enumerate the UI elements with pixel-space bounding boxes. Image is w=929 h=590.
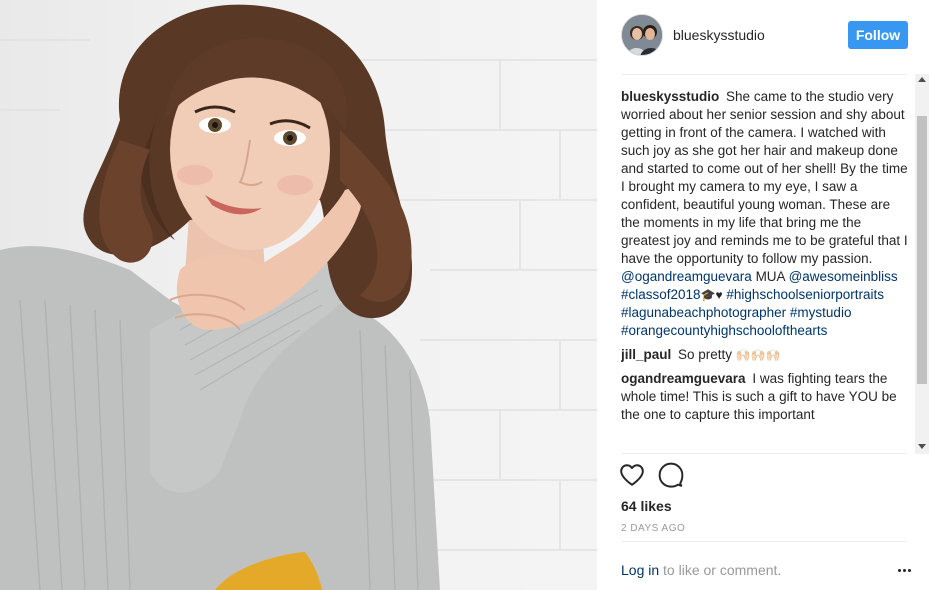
- mention-link[interactable]: @ogandreamguevara: [621, 269, 752, 284]
- scroll-thumb[interactable]: [917, 116, 927, 384]
- caption: blueskysstudio She came to the studio ve…: [621, 88, 909, 340]
- like-button[interactable]: [619, 462, 647, 490]
- login-link[interactable]: Log in: [621, 562, 659, 578]
- hashtag-link[interactable]: #lagunabeachphotographer: [621, 305, 786, 320]
- more-options-icon: [902, 568, 906, 572]
- mention-link[interactable]: @awesomeinbliss: [789, 269, 898, 284]
- divider: [621, 74, 908, 75]
- follow-button[interactable]: Follow: [848, 21, 908, 49]
- comment-button[interactable]: [658, 462, 686, 490]
- divider: [621, 541, 908, 542]
- hashtag-link[interactable]: #orangecountyhighschoolofthearts: [621, 323, 827, 338]
- post-side-panel: blueskysstudio Follow blueskysstudio She…: [597, 0, 929, 590]
- grad-cap-heart-emoji: 🎓♥: [700, 288, 723, 302]
- heart-icon: [620, 464, 644, 486]
- post-timestamp[interactable]: 2 DAYS AGO: [621, 523, 685, 534]
- more-options-button[interactable]: [893, 562, 915, 578]
- comment-username[interactable]: jill_paul: [621, 347, 671, 362]
- login-prompt-text: to like or comment.: [659, 562, 782, 578]
- avatar-image: [622, 15, 662, 55]
- scroll-up-arrow-icon[interactable]: [918, 77, 926, 82]
- post-username[interactable]: blueskysstudio: [673, 27, 765, 43]
- comment-icon: [658, 462, 684, 488]
- comment-item: jill_paul So pretty 🙌🏻🙌🏻🙌🏻: [621, 346, 909, 364]
- hashtag-link[interactable]: #classof2018: [621, 287, 701, 302]
- scroll-down-arrow-icon[interactable]: [918, 444, 926, 449]
- post-header: blueskysstudio Follow: [621, 14, 908, 56]
- clap-emoji: 🙌🏻🙌🏻🙌🏻: [735, 348, 781, 362]
- comment-text: So pretty: [678, 347, 733, 362]
- likes-count[interactable]: 64 likes: [621, 498, 672, 514]
- comments-scrollbar[interactable]: [915, 74, 929, 454]
- comment-username[interactable]: ogandreamguevara: [621, 371, 746, 386]
- login-prompt: Log in to like or comment.: [621, 562, 781, 578]
- comment-item: ogandreamguevara I was fighting tears th…: [621, 370, 909, 424]
- divider: [621, 453, 908, 454]
- hashtag-link[interactable]: #highschoolseniorportraits: [726, 287, 884, 302]
- caption-mua: MUA: [755, 269, 785, 284]
- caption-text: She came to the studio very worried abou…: [621, 89, 908, 266]
- portrait-image: [0, 4, 597, 590]
- hashtag-link[interactable]: #mystudio: [790, 305, 852, 320]
- comments-list[interactable]: blueskysstudio She came to the studio ve…: [621, 88, 909, 454]
- more-options-icon: [907, 568, 911, 572]
- post-photo[interactable]: [0, 0, 597, 590]
- caption-username[interactable]: blueskysstudio: [621, 89, 719, 104]
- more-options-icon: [897, 568, 901, 572]
- avatar[interactable]: [621, 14, 663, 56]
